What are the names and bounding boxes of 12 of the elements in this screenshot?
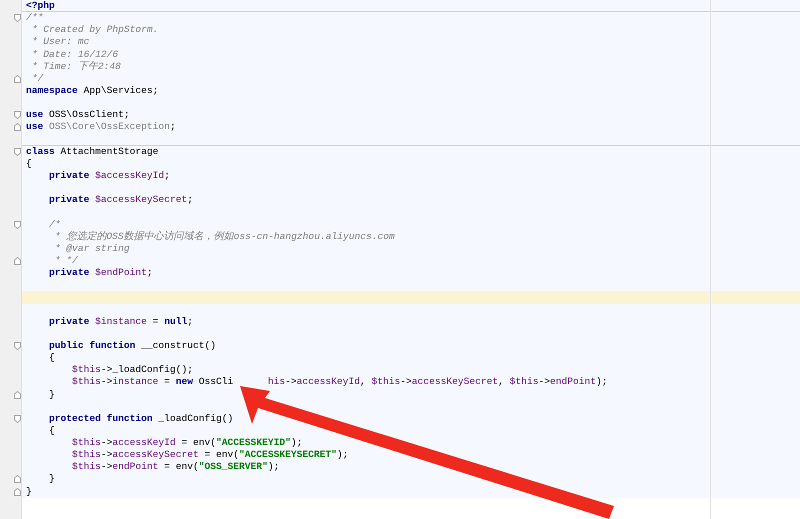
fold-marker-icon[interactable] [14,390,21,398]
fold-marker-icon[interactable] [14,111,21,120]
fold-marker-icon[interactable] [14,414,21,423]
fold-marker-icon[interactable] [14,123,21,132]
fold-marker-icon[interactable] [14,14,21,22]
fold-marker-icon[interactable] [14,342,21,350]
fold-marker-icon[interactable] [14,475,21,484]
fold-marker-icon[interactable] [14,220,21,229]
fold-marker-icon[interactable] [14,74,21,83]
fold-marker-icon[interactable] [14,256,21,265]
fold-marker-icon[interactable] [14,148,21,156]
fold-marker-icon[interactable] [14,488,21,496]
